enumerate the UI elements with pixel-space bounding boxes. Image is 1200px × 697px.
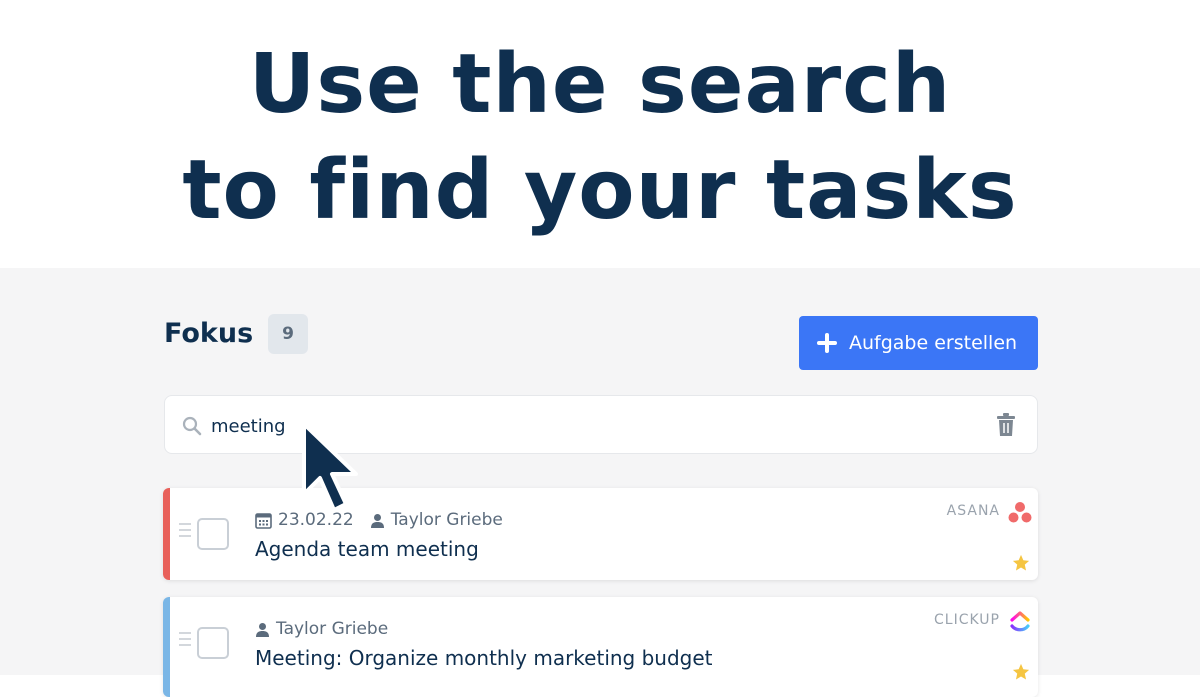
hero-heading-line-1: Use the search	[248, 37, 952, 132]
plus-icon	[817, 333, 837, 353]
task-checkbox[interactable]	[197, 627, 229, 659]
clickup-logo-icon	[1010, 611, 1030, 632]
task-meta: 23.02.22 Taylor Griebe	[255, 510, 503, 530]
drag-handle-icon[interactable]	[179, 523, 191, 543]
trash-icon[interactable]	[995, 412, 1017, 438]
task-title[interactable]: Meeting: Organize monthly marketing budg…	[255, 646, 713, 670]
star-icon[interactable]	[1012, 663, 1030, 681]
task-source-label: ASANA	[946, 503, 1000, 519]
task-source-label: CLICKUP	[934, 612, 1000, 628]
search-bar[interactable]	[164, 395, 1038, 454]
create-task-label: Aufgabe erstellen	[849, 332, 1018, 354]
task-accent-bar	[163, 597, 170, 697]
task-card[interactable]: Taylor Griebe Meeting: Organize monthly …	[163, 597, 1038, 697]
drag-handle-icon[interactable]	[179, 632, 191, 652]
task-accent-bar	[163, 488, 170, 580]
calendar-icon	[255, 512, 272, 529]
create-task-button[interactable]: Aufgabe erstellen	[799, 316, 1038, 370]
mouse-pointer-icon	[302, 422, 358, 512]
task-card[interactable]: 23.02.22 Taylor Griebe Agenda team meeti…	[163, 488, 1038, 580]
search-icon	[182, 416, 202, 436]
task-count-badge: 9	[268, 314, 308, 354]
task-checkbox[interactable]	[197, 518, 229, 550]
page-title: Fokus	[164, 318, 254, 349]
task-assignee: Taylor Griebe	[390, 510, 503, 530]
task-meta: Taylor Griebe	[255, 619, 388, 639]
star-icon[interactable]	[1012, 554, 1030, 572]
user-icon	[256, 622, 269, 637]
hero-banner: Use the search to find your tasks	[0, 0, 1200, 268]
asana-logo-icon	[1008, 502, 1032, 523]
hero-heading-line-2: to find your tasks	[182, 143, 1018, 238]
task-assignee: Taylor Griebe	[276, 619, 389, 639]
user-icon	[370, 513, 384, 528]
task-title[interactable]: Agenda team meeting	[255, 537, 479, 561]
